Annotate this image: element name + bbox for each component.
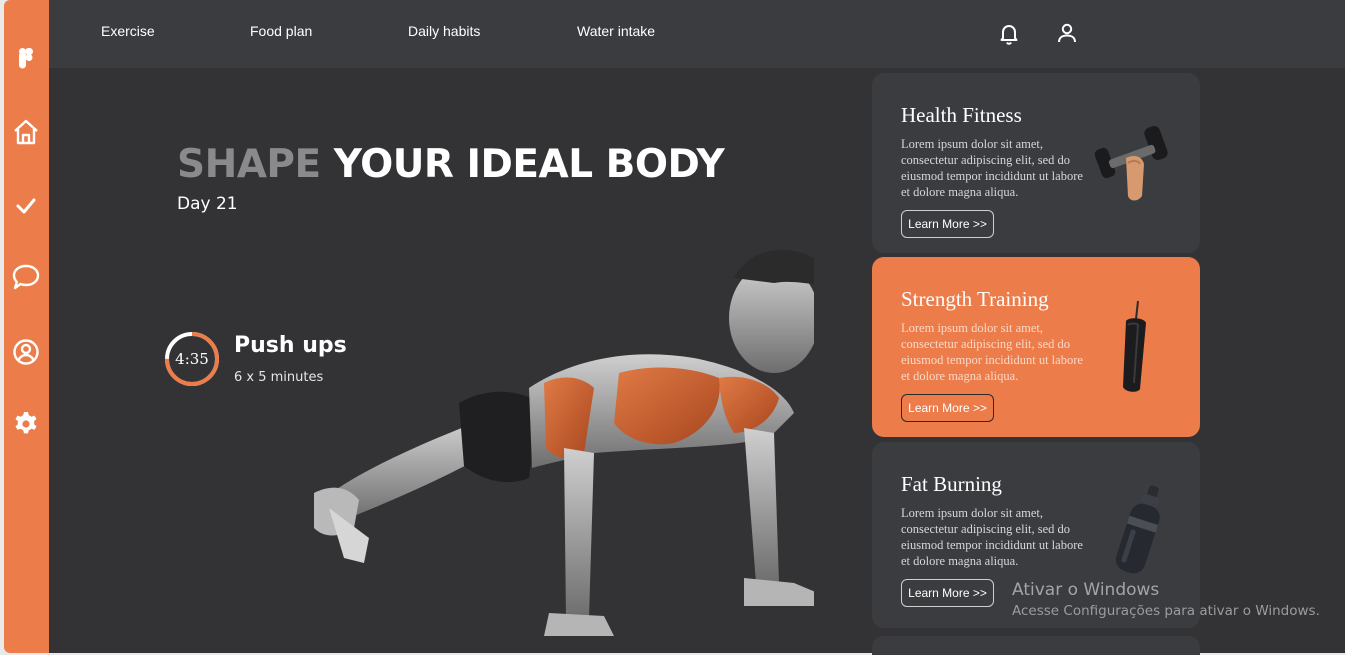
nav-exercise[interactable]: Exercise (101, 23, 155, 39)
main-area: Exercise Food plan Daily habits Water in… (49, 0, 1345, 655)
card-description: Lorem ipsum dolor sit amet, consectetur … (901, 506, 1083, 568)
water-bottle-icon (1090, 480, 1180, 580)
page-title: SHAPE YOUR IDEAL BODY (177, 142, 725, 187)
learn-more-button[interactable]: Learn More >> (901, 394, 994, 422)
bell-icon[interactable] (997, 21, 1021, 45)
learn-more-button[interactable]: Learn More >> (901, 579, 994, 607)
exercise-timer: 4:35 (164, 331, 220, 387)
card-description: Lorem ipsum dolor sit amet, consectetur … (901, 137, 1083, 199)
pushup-muscle-illustration (274, 238, 849, 648)
card-description: Lorem ipsum dolor sit amet, consectetur … (901, 321, 1083, 383)
timer-value: 4:35 (175, 350, 209, 368)
dumbbell-icon (1090, 118, 1180, 218)
card-health-fitness[interactable]: Health Fitness Lorem ipsum dolor sit ame… (872, 73, 1200, 253)
card-title: Fat Burning (901, 472, 1002, 496)
top-navigation: Exercise Food plan Daily habits Water in… (49, 0, 1345, 68)
home-icon[interactable] (12, 118, 40, 146)
nav-food-plan[interactable]: Food plan (250, 23, 312, 39)
punching-bag-icon (1090, 297, 1180, 397)
settings-gear-icon[interactable] (12, 410, 40, 438)
card-strength-training[interactable]: Strength Training Lorem ipsum dolor sit … (872, 257, 1200, 437)
windows-activation-watermark: Ativar o Windows Acesse Configurações pa… (1012, 580, 1320, 619)
card-title: Strength Training (901, 287, 1049, 311)
title-muted-word: SHAPE (177, 142, 321, 187)
sidebar (4, 0, 49, 653)
card-title: Health Fitness (901, 103, 1022, 127)
nav-daily-habits[interactable]: Daily habits (408, 23, 480, 39)
watermark-title: Ativar o Windows (1012, 580, 1160, 600)
profile-icon[interactable] (12, 338, 40, 366)
card-partial (872, 636, 1200, 655)
check-icon[interactable] (12, 192, 40, 220)
day-counter: Day 21 (177, 194, 238, 214)
nav-water-intake[interactable]: Water intake (577, 23, 655, 39)
chat-icon[interactable] (12, 263, 40, 291)
learn-more-button[interactable]: Learn More >> (901, 210, 994, 238)
watermark-subtitle: Acesse Configurações para ativar o Windo… (1012, 603, 1320, 619)
title-bright-words: YOUR IDEAL BODY (333, 142, 725, 187)
figma-logo-icon[interactable] (12, 45, 40, 73)
user-icon[interactable] (1055, 21, 1079, 45)
